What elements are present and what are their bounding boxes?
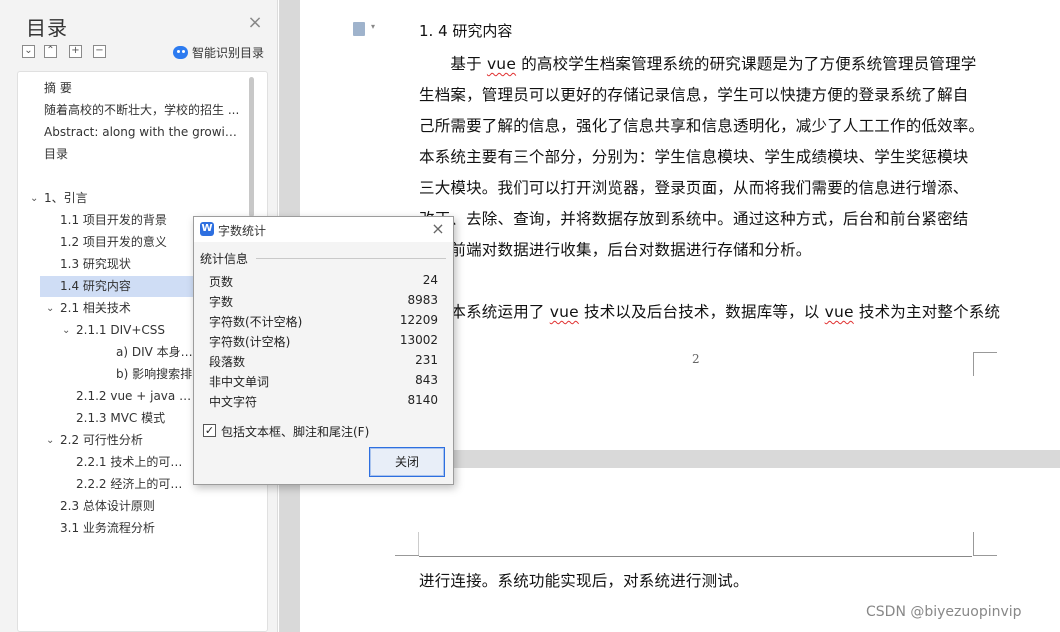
margin-corner-mark [973,532,997,556]
paragraph-line: 三大模块。我们可以打开浏览器，登录页面，从而将我们需要的信息进行增添、 [419,179,969,197]
stat-row: 段落数 231 [209,351,438,371]
stat-label: 段落数 [209,355,246,369]
stat-value: 843 [415,373,438,387]
word-count-dialog: W 字数统计 × 统计信息 页数 24 字数 8983 字符数(不计空格) 12… [193,216,454,485]
chevron-down-icon[interactable]: ⌄ [62,326,72,336]
toc-close-icon[interactable]: × [246,14,264,32]
chevron-down-icon[interactable]: ⌄ [30,194,40,204]
paragraph-line: 本系统运用了 vue 技术以及后台技术，数据库等，以 vue 技术为主对整个系统 [419,303,1001,321]
paragraph-line: 合，前端对数据进行收集，后台对数据进行存储和分析。 [419,241,812,259]
toc-scrollbar[interactable] [249,77,254,217]
stat-label: 字符数(不计空格) [209,315,303,329]
toc-item-2-1-1-b[interactable]: b) 影响搜索排 [116,364,196,385]
margin-corner-mark [395,532,419,556]
include-textbox-checkbox[interactable]: ✓ [203,424,216,437]
stat-label: 页数 [209,275,234,289]
stat-value: 231 [415,353,438,367]
close-button[interactable]: 关闭 [369,447,445,477]
include-textbox-label[interactable]: 包括文本框、脚注和尾注(F) [221,423,369,440]
stat-row: 字数 8983 [209,291,438,311]
dialog-titlebar[interactable]: W 字数统计 × [194,217,453,242]
stat-value: 8140 [407,393,438,407]
toc-item-1-4[interactable]: 1.4 研究内容 [40,276,200,297]
stat-value: 8983 [407,293,438,307]
spell-error-word: vue [824,303,854,321]
paragraph-line: 生档案，管理员可以更好的存储记录信息，学生可以快捷方便的登录系统了解自 [419,86,969,104]
wps-writer-icon: W [200,222,214,236]
toc-item-2-2-2[interactable]: 2.2.2 经济上的可行性 [76,474,194,495]
stat-row: 页数 24 [209,271,438,291]
watermark: CSDN @biyezuopinvip [866,604,1022,620]
header-divider [419,556,972,557]
stat-value: 12209 [399,313,438,327]
margin-corner-mark [973,352,997,376]
toc-item-2-2-1[interactable]: 2.2.1 技术上的可行性 [76,452,194,473]
caret-down-icon[interactable]: ▾ [371,22,375,31]
paragraph-line: 进行连接。系统功能实现后，对系统进行测试。 [419,572,749,590]
smart-toc-button[interactable]: 智能识别目录 [173,43,264,61]
toc-item-abstract-cn[interactable]: 摘 要 [44,78,259,99]
smart-toc-label: 智能识别目录 [192,45,265,60]
toc-item-abstract-en[interactable]: Abstract: along with the growin ... [44,122,244,143]
toc-item-3-1[interactable]: 3.1 业务流程分析 [60,518,250,539]
dialog-title: 字数统计 [218,224,267,238]
stat-label: 中文字符 [209,395,258,409]
toc-title: 目录 [26,16,68,40]
toc-item-intro[interactable]: 1、引言 [44,188,244,209]
toc-item-2-3[interactable]: 2.3 总体设计原则 [60,496,250,517]
toc-item-abstract-cn-text[interactable]: 随着高校的不断壮大，学校的招生 ... [44,100,244,121]
chevron-down-icon[interactable]: ⌄ [46,304,56,314]
paragraph-line: 己所需要了解的信息，强化了信息共享和信息透明化，减少了人工工作的低效率。 [419,117,985,135]
paragraph-line: 本系统主要有三个部分，分别为：学生信息模块、学生成绩模块、学生奖惩模块 [419,148,969,166]
toc-item-2-1-2[interactable]: 2.1.2 vue + java +Aja [76,386,194,407]
stat-row: 中文字符 8140 [209,391,438,411]
paragraph-line: 改正、去除、查询，并将数据存放到系统中。通过这种方式，后台和前台紧密结 [419,210,969,228]
chevron-down-icon[interactable]: ⌄ [46,436,56,446]
group-divider [256,258,446,259]
stat-label: 字数 [209,295,234,309]
close-icon[interactable]: × [430,220,446,238]
stat-value: 13002 [399,333,438,347]
robot-icon [173,45,188,59]
expand-all-icon[interactable]: ⌃ [44,45,57,58]
collapse-all-icon[interactable]: ⌄ [22,45,35,58]
stat-value: 24 [422,273,438,287]
spell-error-word: vue [486,55,517,73]
document-icon[interactable] [353,22,365,36]
toc-item-2-1-1-a[interactable]: a) DIV 本身就是 [116,342,196,363]
stat-row: 非中文单词 843 [209,371,438,391]
stats-group-label: 统计信息 [200,252,249,266]
page-number: 2 [692,352,700,366]
stat-label: 非中文单词 [209,375,270,389]
section-heading: 1. 4 研究内容 [419,22,513,40]
paragraph-line: 基于 vue 的高校学生档案管理系统的研究课题是为了方便系统管理员管理学 [419,55,977,73]
stat-row: 字符数(计空格) 13002 [209,331,438,351]
spell-error-word: vue [549,303,579,321]
stat-row: 字符数(不计空格) 12209 [209,311,438,331]
stat-label: 字符数(计空格) [209,335,291,349]
add-level-icon[interactable]: + [69,45,82,58]
toc-item-contents[interactable]: 目录 [44,144,244,165]
remove-level-icon[interactable]: − [93,45,106,58]
